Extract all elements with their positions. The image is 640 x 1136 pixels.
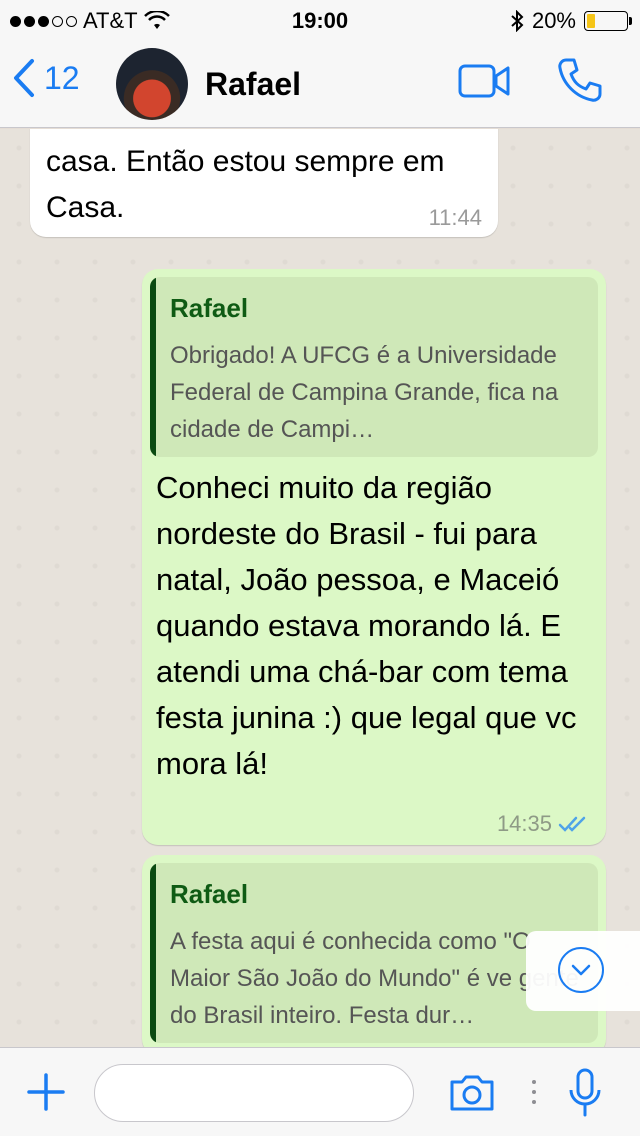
- battery-percent: 20%: [531, 8, 576, 33]
- chat-area[interactable]: casa. Então estou sempre em Casa. 11:44 …: [0, 129, 640, 1047]
- battery-fill: [587, 14, 595, 28]
- back-button[interactable]: 12: [12, 58, 80, 98]
- add-attachment-button[interactable]: [26, 1072, 66, 1117]
- battery-icon: [584, 11, 632, 31]
- input-bar: [0, 1047, 640, 1136]
- camera-button[interactable]: [448, 1074, 496, 1117]
- video-camera-icon: [458, 64, 510, 98]
- bluetooth-icon: [511, 10, 524, 32]
- contact-name[interactable]: Rafael: [205, 66, 301, 103]
- microphone-button[interactable]: [568, 1068, 602, 1123]
- quote-text: Obrigado! A UFCG é a Universidade Federa…: [170, 342, 559, 443]
- phone-icon: [558, 58, 602, 102]
- message-time: 11:44: [428, 205, 482, 230]
- quote-bar: [150, 277, 156, 457]
- incoming-message[interactable]: casa. Então estou sempre em Casa. 11:44: [30, 129, 498, 237]
- message-text: casa. Então estou sempre em Casa.: [46, 145, 445, 224]
- quote-bar: [150, 863, 156, 1043]
- scroll-to-bottom-button[interactable]: [526, 931, 640, 1011]
- status-right: 20%: [510, 8, 632, 34]
- outgoing-message[interactable]: Rafael Obrigado! A UFCG é a Universidade…: [142, 269, 606, 845]
- message-input[interactable]: [94, 1064, 414, 1122]
- quoted-message[interactable]: Rafael Obrigado! A UFCG é a Universidade…: [150, 277, 598, 457]
- scroll-circle: [558, 947, 604, 993]
- quote-author: Rafael: [170, 293, 249, 323]
- message-time: 14:35: [496, 811, 552, 836]
- voice-call-button[interactable]: [556, 56, 604, 109]
- unread-count: 12: [44, 59, 80, 96]
- status-bar: AT&T 19:00 20%: [0, 0, 640, 40]
- quote-author: Rafael: [170, 879, 249, 909]
- camera-icon: [450, 1075, 494, 1111]
- microphone-icon: [569, 1068, 601, 1117]
- avatar[interactable]: [116, 48, 188, 120]
- double-check-icon: [558, 816, 586, 832]
- chevron-down-icon: [571, 964, 591, 976]
- chevron-left-icon: [14, 59, 34, 97]
- plus-icon: [27, 1073, 65, 1111]
- chat-header: 12 Rafael: [0, 40, 640, 128]
- quote-text: A festa aqui é conhecida como "O Maior S…: [170, 928, 579, 1029]
- message-text: Conheci muito da região nordeste do Bras…: [156, 470, 577, 781]
- video-call-button[interactable]: [458, 64, 510, 103]
- more-options-icon[interactable]: [532, 1080, 536, 1104]
- message-meta: 14:35: [497, 811, 590, 837]
